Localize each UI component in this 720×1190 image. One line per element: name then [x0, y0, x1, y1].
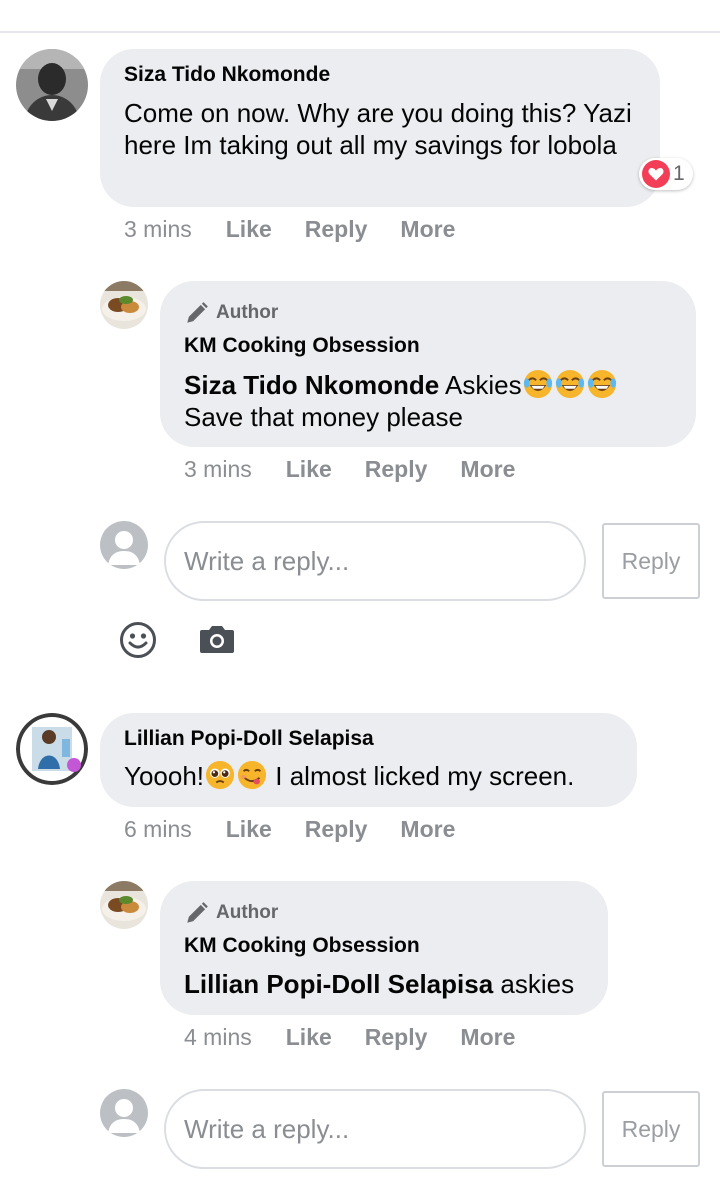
- reply-text-line1: Askies: [445, 370, 522, 400]
- current-user-avatar: [100, 1089, 148, 1137]
- like-button[interactable]: Like: [286, 1024, 332, 1051]
- mention-link[interactable]: Lillian Popi-Doll Selapisa: [184, 969, 493, 999]
- reaction-count: 1: [673, 162, 685, 185]
- author-badge: Author: [184, 300, 278, 326]
- reply-submit-button[interactable]: Reply: [602, 523, 700, 599]
- tears-of-joy-emoji: [555, 369, 584, 399]
- avatar[interactable]: [16, 49, 88, 121]
- comment-time: 6 mins: [124, 816, 192, 842]
- reply-text-line2: Save that money please: [184, 402, 463, 432]
- reply-text-field[interactable]: [166, 1091, 584, 1167]
- top-divider: [0, 31, 720, 33]
- comment-text: Yoooh! I almost licked my screen.: [124, 760, 624, 792]
- comment-meta: 6 mins Like Reply More: [124, 816, 488, 843]
- tears-of-joy-emoji: [523, 369, 552, 399]
- reply-author-name[interactable]: KM Cooking Obsession: [184, 934, 420, 958]
- reply-meta: 3 mins Like Reply More: [184, 456, 548, 483]
- more-button[interactable]: More: [400, 216, 455, 243]
- camera-icon[interactable]: [196, 620, 238, 658]
- current-user-avatar: [100, 521, 148, 569]
- author-badge-label: Author: [216, 302, 279, 323]
- author-badge-label: Author: [216, 902, 279, 923]
- like-button[interactable]: Like: [286, 456, 332, 483]
- more-button[interactable]: More: [400, 816, 455, 843]
- reply-text: Lillian Popi-Doll Selapisa askies: [184, 968, 574, 1000]
- reply-time: 4 mins: [184, 1024, 252, 1050]
- smiley-icon[interactable]: [118, 620, 158, 660]
- comment-meta: 3 mins Like Reply More: [124, 216, 488, 243]
- avatar[interactable]: [100, 281, 148, 329]
- reply-link[interactable]: Reply: [365, 456, 428, 483]
- reply-time: 3 mins: [184, 456, 252, 482]
- comment-time: 3 mins: [124, 216, 192, 242]
- tears-of-joy-emoji: [587, 369, 616, 399]
- pencil-icon: [187, 302, 208, 323]
- like-button[interactable]: Like: [226, 816, 272, 843]
- reply-link[interactable]: Reply: [305, 816, 368, 843]
- reply-text-body: askies: [500, 969, 575, 999]
- like-button[interactable]: Like: [226, 216, 272, 243]
- mention-link[interactable]: Siza Tido Nkomonde: [184, 370, 439, 400]
- comment-author-name[interactable]: Lillian Popi-Doll Selapisa: [124, 727, 374, 751]
- comment-text: Come on now. Why are you doing this? Yaz…: [124, 98, 632, 160]
- reply-text: Siza Tido Nkomonde Askies Save that mone…: [184, 369, 684, 433]
- heart-reaction-icon: [642, 160, 670, 188]
- author-badge: Author: [184, 900, 278, 926]
- reply-input[interactable]: [164, 1089, 586, 1169]
- avatar[interactable]: [100, 881, 148, 929]
- reply-submit-button[interactable]: Reply: [602, 1091, 700, 1167]
- more-button[interactable]: More: [460, 456, 515, 483]
- reply-link[interactable]: Reply: [365, 1024, 428, 1051]
- reply-author-name[interactable]: KM Cooking Obsession: [184, 334, 420, 358]
- reaction-summary[interactable]: 1: [639, 158, 693, 190]
- comment-text-before: Yoooh!: [124, 761, 205, 791]
- more-button[interactable]: More: [460, 1024, 515, 1051]
- avatar[interactable]: [16, 713, 88, 785]
- reply-link[interactable]: Reply: [305, 216, 368, 243]
- pleading-face-emoji: [205, 760, 235, 790]
- reply-meta: 4 mins Like Reply More: [184, 1024, 548, 1051]
- comment-text-after: I almost licked my screen.: [275, 761, 575, 791]
- face-savoring-food-emoji: [237, 760, 267, 790]
- reply-input[interactable]: [164, 521, 586, 601]
- comment-author-name[interactable]: Siza Tido Nkomonde: [124, 63, 330, 87]
- reply-text-field[interactable]: [166, 523, 584, 599]
- pencil-icon: [187, 902, 208, 923]
